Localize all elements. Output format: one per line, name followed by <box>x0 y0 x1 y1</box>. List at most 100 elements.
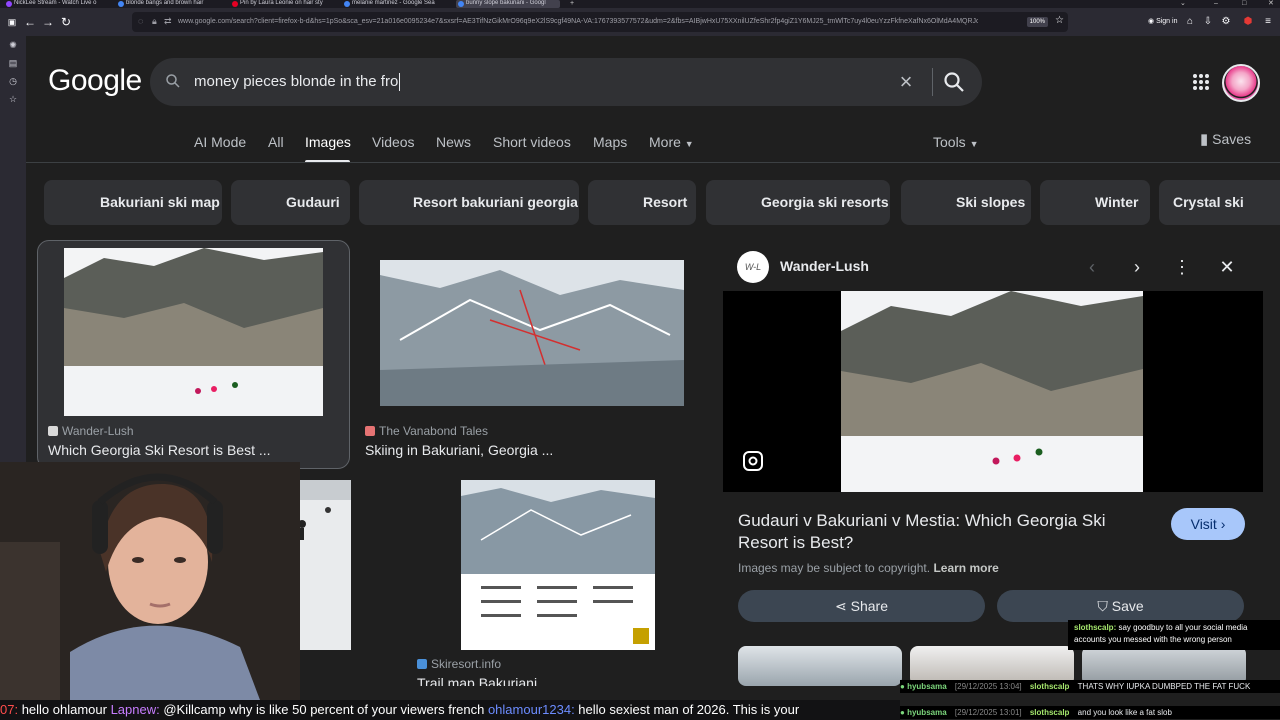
ai-chatbot-icon[interactable]: ✺ <box>8 40 18 50</box>
result-source[interactable]: Wander-Lush <box>48 424 134 438</box>
address-bar[interactable]: ◌ 🔒︎ ⇄ www.google.com/search?client=fire… <box>132 12 1068 32</box>
tab-short-videos[interactable]: Short videos <box>493 134 571 150</box>
search-input[interactable]: money pieces blonde in the fro <box>194 58 400 106</box>
tab-more[interactable]: More ▼ <box>649 134 694 150</box>
site-logo[interactable]: W-L <box>737 251 769 283</box>
url-text[interactable]: www.google.com/search?client=firefox-b-d… <box>178 12 978 32</box>
shield-icon[interactable]: ◌ <box>138 16 143 26</box>
settings-icon[interactable]: ⚙ <box>1218 14 1234 30</box>
chip-resort-bakuriani-georgia[interactable]: Resort bakuriani georgia <box>359 180 579 225</box>
more-options-icon[interactable]: ⋮ <box>1171 256 1193 278</box>
browser-tab[interactable]: Pin by Laura Leonie on hair sty <box>230 0 334 8</box>
browser-tab[interactable]: blonde bangs and brown hair <box>116 0 220 8</box>
sign-in-button[interactable]: ◉ Sign in <box>1148 16 1177 28</box>
browser-tab[interactable]: melanie martinez - Google Sea <box>342 0 446 8</box>
chip-gudauri[interactable]: Gudauri <box>231 180 350 225</box>
search-box[interactable]: money pieces blonde in the fro × <box>150 58 982 106</box>
tab-maps[interactable]: Maps <box>593 134 627 150</box>
chip-label: Bakuriani ski map <box>100 194 220 210</box>
chip-bakuriani-ski-map[interactable]: Bakuriani ski map <box>44 180 222 225</box>
result-image[interactable] <box>64 248 323 416</box>
tab-videos[interactable]: Videos <box>372 134 415 150</box>
trail-map-photo <box>461 480 655 650</box>
google-lens-icon[interactable] <box>741 449 765 473</box>
search-submit-icon[interactable] <box>942 70 966 94</box>
minimize-icon[interactable]: – <box>1214 0 1218 7</box>
chat-popup: slothscalp: say goodbuy to all your soci… <box>1068 620 1280 650</box>
tab-label: bunny slope bakuriani - Googl <box>466 0 546 6</box>
back-icon[interactable]: ← <box>22 14 38 30</box>
preview-image-stage[interactable] <box>723 291 1263 492</box>
chip-label: Georgia ski resorts <box>761 194 889 210</box>
result-image[interactable] <box>461 480 655 650</box>
google-logo[interactable]: Google <box>48 64 142 98</box>
chip-resort[interactable]: Resort <box>588 180 696 225</box>
chip-winter[interactable]: Winter <box>1040 180 1150 225</box>
ski-map-photo <box>380 260 684 406</box>
learn-more-link[interactable]: Learn more <box>933 561 998 575</box>
previous-icon[interactable]: ‹ <box>1081 256 1103 278</box>
tab-news[interactable]: News <box>436 134 471 150</box>
preview-title[interactable]: Gudauri v Bakuriani v Mestia: Which Geor… <box>738 510 1158 554</box>
chip-thumbnail <box>359 180 403 225</box>
result-title[interactable]: Which Georgia Ski Resort is Best ... <box>48 442 271 458</box>
preview-photo <box>841 291 1143 492</box>
chat-ticker: 07: hello ohlamour Lapnew: @Killcamp why… <box>0 700 900 720</box>
tools-label: Tools <box>933 134 966 150</box>
downloads-icon[interactable]: ⇩ <box>1200 14 1216 30</box>
maximize-icon[interactable]: □ <box>1242 0 1246 7</box>
chip-crystal-ski[interactable]: Crystal ski <box>1159 180 1280 225</box>
forward-icon[interactable]: → <box>40 14 56 30</box>
result-source[interactable]: The Vanabond Tales <box>365 424 488 438</box>
related-thumbnail[interactable] <box>738 646 902 686</box>
bookmarks-icon[interactable]: ☆ <box>8 94 18 104</box>
saves-button[interactable]: ▮ Saves <box>1200 130 1251 148</box>
history-icon[interactable]: ◷ <box>8 76 18 86</box>
chat-username: hyubsama <box>907 708 947 717</box>
chat-timestamp: [29/12/2025 13:01] <box>954 708 1022 717</box>
tools-button[interactable]: Tools ▼ <box>933 134 979 150</box>
sidebar-toggle-icon[interactable]: ▣ <box>4 14 20 30</box>
synced-tabs-icon[interactable]: ▤ <box>8 58 18 68</box>
lock-icon[interactable]: 🔒︎ <box>152 16 157 27</box>
chip-thumbnail <box>44 180 88 225</box>
tab-images[interactable]: Images <box>305 134 351 150</box>
browser-tab-active[interactable]: bunny slope bakuriani - Googl <box>456 0 560 8</box>
save-button[interactable]: ⛉ Save <box>997 590 1244 622</box>
bookmark-star-icon[interactable]: ☆ <box>1055 15 1064 26</box>
tab-label: blonde bangs and brown hair <box>126 0 204 6</box>
chat-fragment: @Killcamp why is like 50 percent of your… <box>159 702 488 717</box>
tab-label: melanie martinez - Google Sea <box>352 0 435 6</box>
ublock-icon[interactable]: ⬢ <box>1240 14 1256 30</box>
share-button[interactable]: ⋖ Share <box>738 590 985 622</box>
close-window-icon[interactable]: ✕ <box>1268 0 1274 7</box>
chat-message: and you look like a fat slob <box>1077 708 1172 717</box>
tracking-icon[interactable]: ⇄ <box>164 16 172 27</box>
result-title[interactable]: Skiing in Bakuriani, Georgia ... <box>365 442 553 458</box>
chip-georgia-ski-resorts[interactable]: Georgia ski resorts <box>706 180 890 225</box>
menu-icon[interactable]: ≡ <box>1260 14 1276 30</box>
account-icon: ◉ <box>1148 18 1157 25</box>
next-icon[interactable]: › <box>1126 256 1148 278</box>
extensions-icon[interactable]: ⌂ <box>1182 14 1198 30</box>
tab-all[interactable]: All <box>268 134 284 150</box>
result-source[interactable]: Skiresort.info <box>417 657 501 671</box>
preview-site-name[interactable]: Wander-Lush <box>780 258 869 274</box>
zoom-level[interactable]: 100% <box>1026 17 1048 27</box>
account-avatar[interactable] <box>1222 64 1260 102</box>
visit-button[interactable]: Visit › <box>1171 508 1245 540</box>
google-apps-icon[interactable] <box>1192 73 1210 91</box>
chip-ski-slopes[interactable]: Ski slopes <box>901 180 1031 225</box>
result-title[interactable]: Trail map Bakuriani <box>417 675 537 686</box>
new-tab-icon[interactable]: + <box>570 0 574 7</box>
google-favicon-icon <box>344 1 350 7</box>
reload-icon[interactable]: ↻ <box>58 14 74 30</box>
tab-ai-mode[interactable]: AI Mode <box>194 134 246 150</box>
close-icon[interactable]: ✕ <box>1216 256 1238 278</box>
tab-list-icon[interactable]: ⌄ <box>1180 0 1186 7</box>
snowy-forest-photo <box>64 248 323 416</box>
result-image[interactable] <box>380 260 684 406</box>
browser-tab[interactable]: NickLee Stream - Watch Live o <box>4 0 104 8</box>
clear-icon[interactable]: × <box>894 70 918 94</box>
chat-timestamp: [29/12/2025 13:04] <box>954 682 1022 691</box>
